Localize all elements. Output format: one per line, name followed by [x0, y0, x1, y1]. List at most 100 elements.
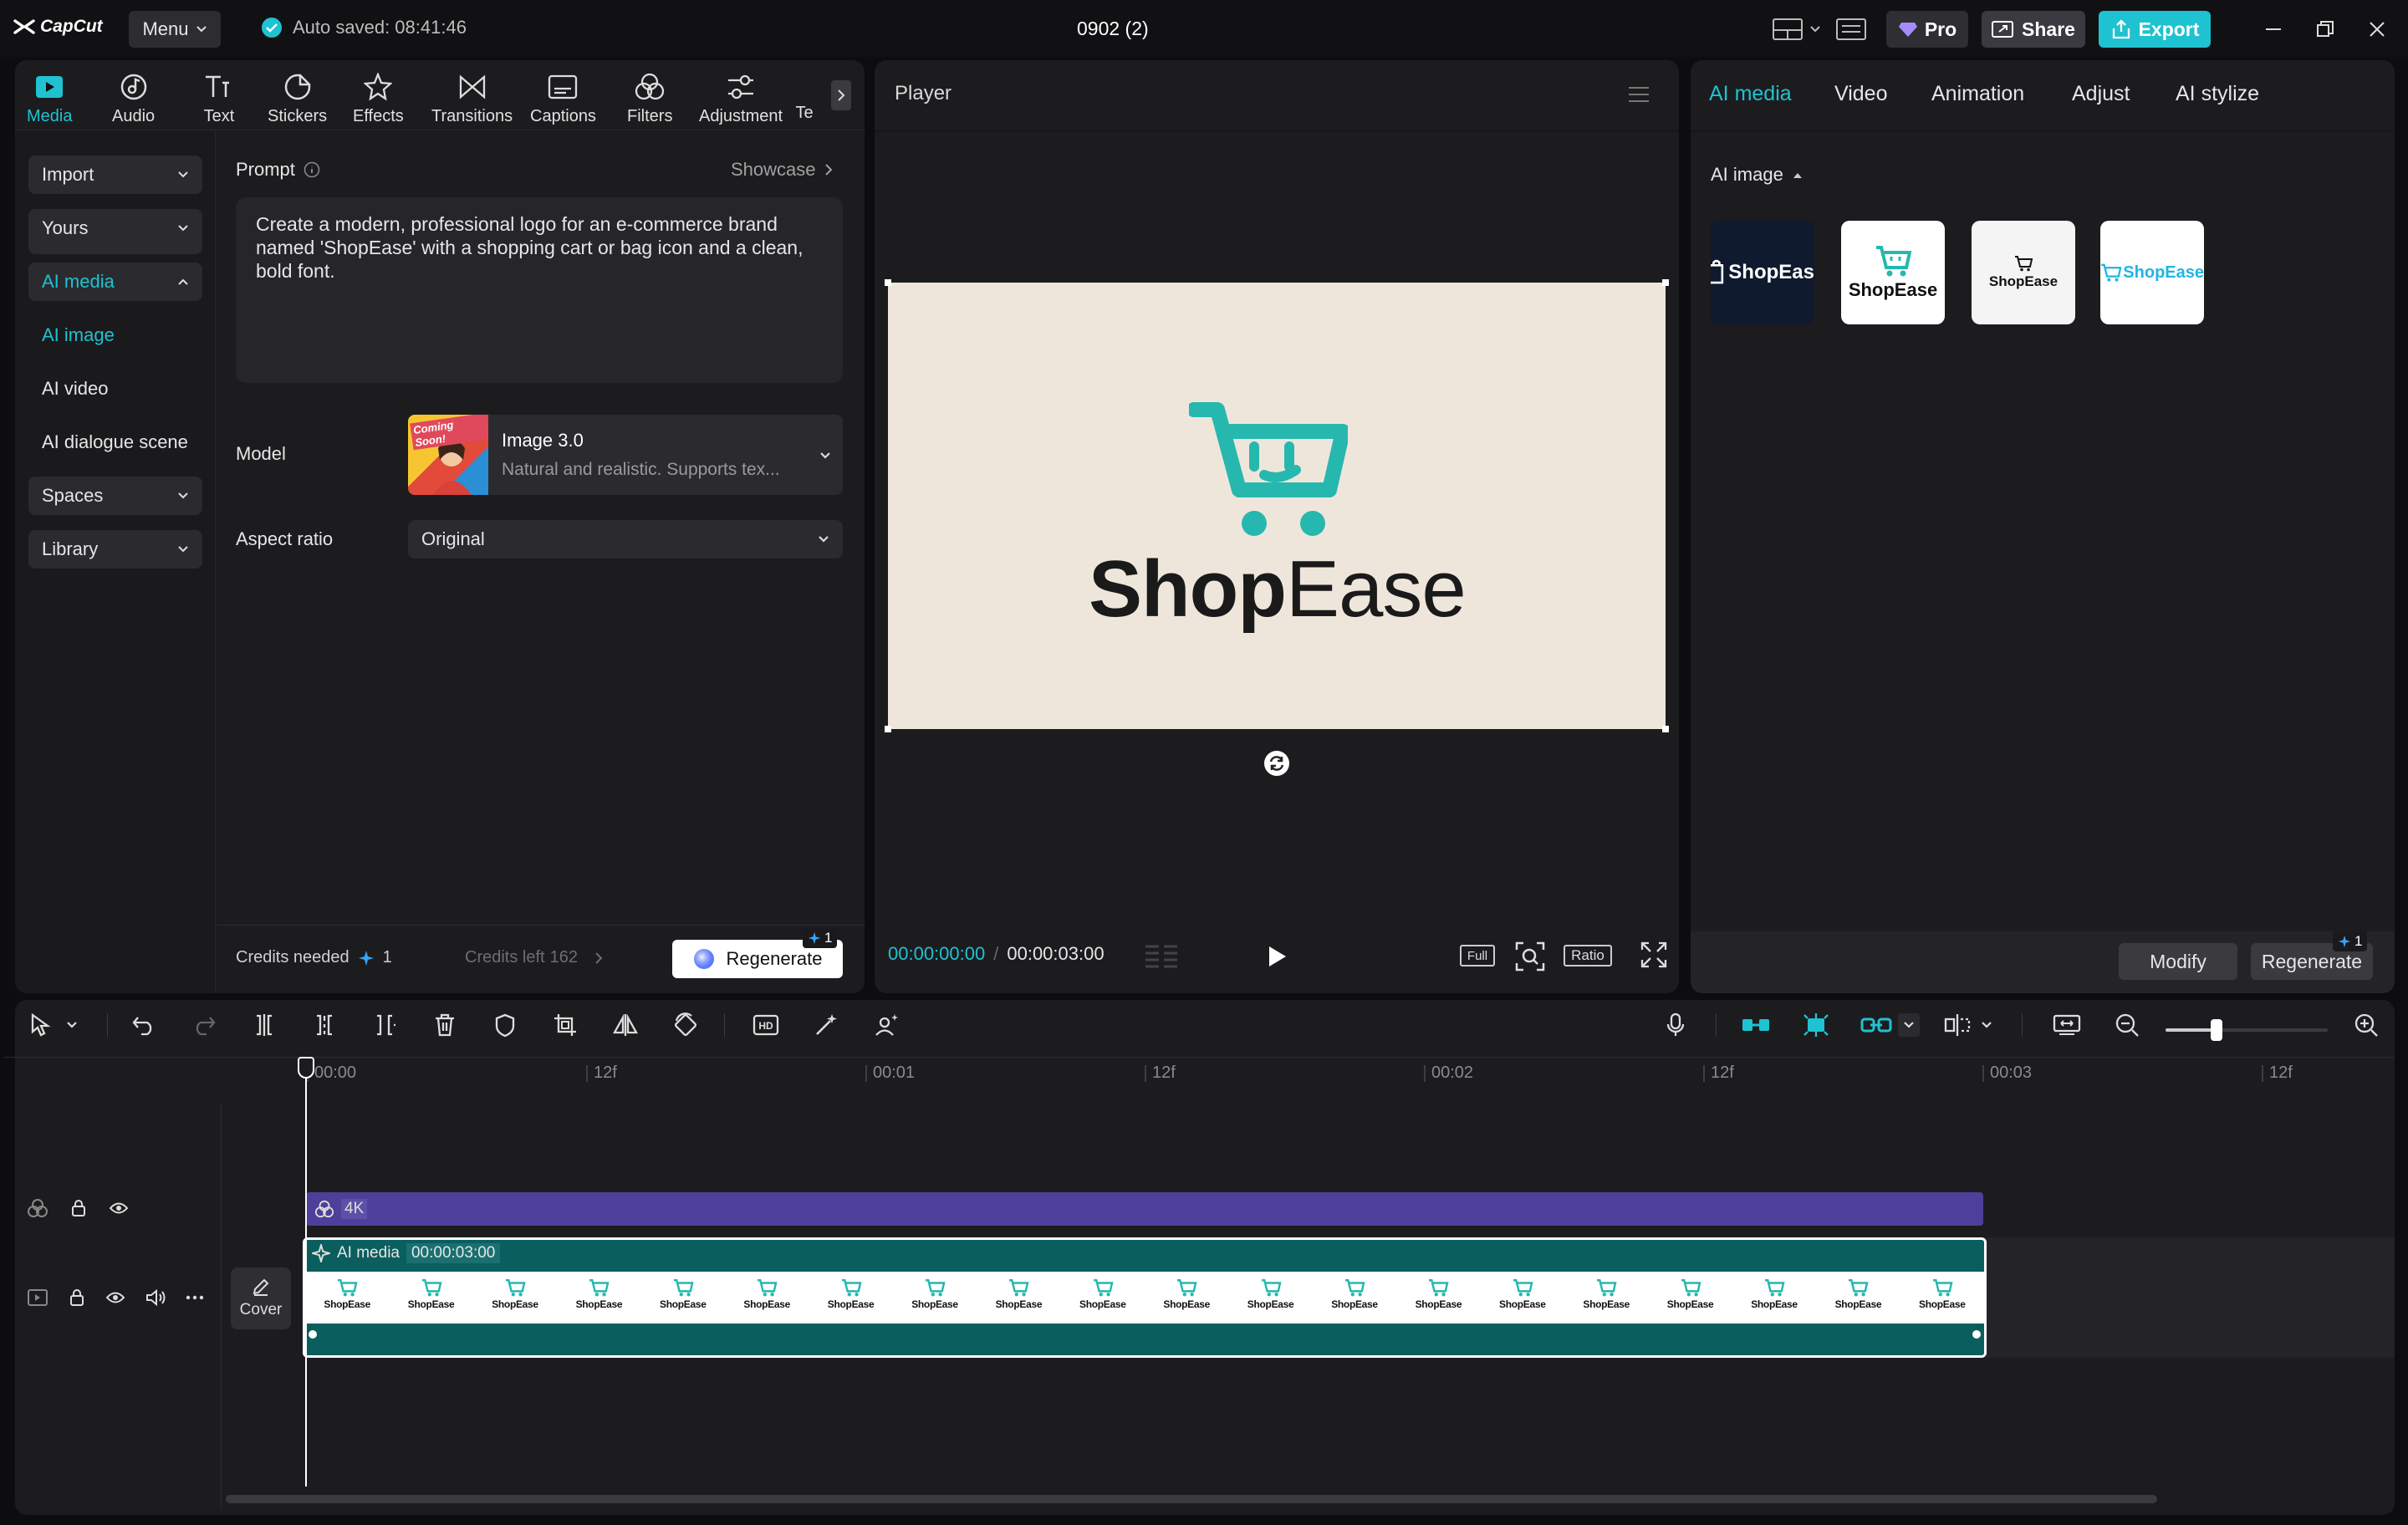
- preview-axis-menu[interactable]: [1978, 1008, 1995, 1042]
- record-voice-button[interactable]: [1659, 1008, 1692, 1042]
- tab-captions[interactable]: Captions: [530, 70, 596, 126]
- volume-icon[interactable]: [145, 1288, 166, 1307]
- layout-switcher[interactable]: [1773, 18, 1821, 40]
- tab-media[interactable]: Media: [27, 70, 72, 126]
- zoom-in-button[interactable]: [2349, 1008, 2383, 1042]
- canvas-handle[interactable]: [1662, 726, 1669, 732]
- select-tool[interactable]: [23, 1008, 57, 1042]
- media-clip[interactable]: AI media 00:00:03:00 ShopEase ShopEase Sho…: [303, 1237, 1987, 1358]
- sidebar-item-yours[interactable]: Yours: [28, 209, 202, 247]
- linkage-menu[interactable]: [1898, 1013, 1920, 1037]
- generated-image-2[interactable]: ShopEase: [1841, 221, 1945, 324]
- hd-button[interactable]: HD: [749, 1008, 783, 1042]
- playhead-handle[interactable]: [298, 1057, 314, 1079]
- menu-button[interactable]: Menu: [129, 11, 221, 48]
- modify-button[interactable]: Modify: [2119, 943, 2237, 980]
- fullscreen-icon[interactable]: [1640, 941, 1667, 968]
- timeline-mode-icon[interactable]: [1144, 941, 1179, 970]
- select-tool-menu[interactable]: [64, 1008, 80, 1042]
- zoom-slider-thumb[interactable]: [2211, 1019, 2222, 1041]
- model-select[interactable]: Coming Soon! Image 3.0 Natural and reali…: [408, 415, 843, 495]
- generated-image-4[interactable]: ShopEase: [2100, 221, 2204, 324]
- credits-left[interactable]: Credits left 162: [465, 948, 603, 967]
- lock-icon[interactable]: [69, 1288, 85, 1307]
- aspect-ratio-select[interactable]: Original: [408, 520, 843, 558]
- sidebar-item-ai-dialogue[interactable]: AI dialogue scene: [42, 431, 188, 453]
- info-icon[interactable]: [304, 161, 320, 178]
- cover-button[interactable]: Cover: [231, 1267, 291, 1329]
- minimize-icon[interactable]: [2264, 23, 2283, 35]
- clip-trim-handle-right[interactable]: [1972, 1330, 1981, 1339]
- linkage-toggle[interactable]: [1860, 1008, 1893, 1042]
- tab-transitions[interactable]: Transitions: [431, 70, 513, 126]
- prompt-textarea[interactable]: Create a modern, professional logo for a…: [236, 197, 843, 383]
- preview-axis-toggle[interactable]: [1941, 1008, 1975, 1042]
- share-button[interactable]: Share: [1982, 11, 2085, 48]
- eye-icon[interactable]: [109, 1201, 129, 1216]
- tab-text[interactable]: Text: [202, 70, 236, 126]
- sidebar-item-library[interactable]: Library: [28, 530, 202, 569]
- ai-avatar-button[interactable]: [870, 1008, 903, 1042]
- time-ruler[interactable]: [3, 1057, 2395, 1087]
- rotate-icon[interactable]: [1263, 749, 1291, 778]
- zoom-fit-icon[interactable]: [1515, 941, 1545, 972]
- hamburger-menu-icon[interactable]: [1627, 85, 1650, 104]
- canvas-handle[interactable]: [1662, 279, 1669, 286]
- crop-button[interactable]: [548, 1008, 582, 1042]
- ratio-button[interactable]: Ratio: [1564, 945, 1612, 967]
- mark-button[interactable]: [488, 1008, 522, 1042]
- showcase-link[interactable]: Showcase: [731, 159, 833, 181]
- mirror-button[interactable]: [609, 1008, 642, 1042]
- tabs-scroll-right-button[interactable]: [831, 80, 851, 110]
- shortcuts-icon[interactable]: [1836, 18, 1866, 40]
- zoom-slider[interactable]: [2166, 1019, 2328, 1041]
- delete-right-button[interactable]: [368, 1008, 401, 1042]
- more-icon[interactable]: [186, 1295, 204, 1300]
- delete-button[interactable]: [428, 1008, 462, 1042]
- export-button[interactable]: Export: [2099, 11, 2211, 48]
- generated-image-3[interactable]: ShopEase: [1972, 221, 2075, 324]
- close-icon[interactable]: [2368, 20, 2386, 38]
- restore-icon[interactable]: [2316, 20, 2334, 38]
- timeline-scrollbar[interactable]: [226, 1495, 2157, 1503]
- sidebar-item-ai-image[interactable]: AI image: [42, 324, 115, 346]
- tab-effects[interactable]: Effects: [353, 70, 404, 126]
- zoom-to-fit-button[interactable]: [2050, 1008, 2084, 1042]
- tab-audio[interactable]: Audio: [112, 70, 155, 126]
- tab-video[interactable]: Video: [1834, 82, 1888, 106]
- tab-stickers[interactable]: Stickers: [268, 70, 327, 126]
- lock-icon[interactable]: [70, 1199, 87, 1217]
- tab-adjustment[interactable]: Adjustment: [699, 70, 783, 126]
- preview-canvas[interactable]: ShopEase: [885, 279, 1669, 732]
- zoom-out-button[interactable]: [2110, 1008, 2144, 1042]
- main-track-magnet-toggle[interactable]: [1739, 1008, 1773, 1042]
- pro-button[interactable]: Pro: [1886, 11, 1968, 48]
- split-button[interactable]: [247, 1008, 281, 1042]
- canvas-handle[interactable]: [885, 726, 891, 732]
- rotate-button[interactable]: [669, 1008, 702, 1042]
- playhead[interactable]: [305, 1058, 307, 1487]
- canvas-handle[interactable]: [885, 279, 891, 286]
- auto-snap-toggle[interactable]: [1799, 1008, 1833, 1042]
- sidebar-item-ai-video[interactable]: AI video: [42, 378, 109, 400]
- tab-ai-media[interactable]: AI media: [1709, 82, 1792, 106]
- tab-ai-stylize[interactable]: AI stylize: [2176, 82, 2259, 106]
- eye-icon[interactable]: [105, 1290, 125, 1305]
- magic-button[interactable]: [809, 1008, 843, 1042]
- ai-image-section-toggle[interactable]: AI image: [1711, 164, 1803, 186]
- play-icon[interactable]: [1266, 945, 1288, 968]
- effect-clip[interactable]: 4K: [306, 1192, 1983, 1226]
- undo-button[interactable]: [127, 1008, 161, 1042]
- delete-left-button[interactable]: [308, 1008, 341, 1042]
- tab-filters[interactable]: Filters: [627, 70, 672, 126]
- sidebar-item-import[interactable]: Import: [28, 156, 202, 194]
- generated-image-1[interactable]: ShopEas: [1711, 221, 1814, 324]
- clip-trim-handle-left[interactable]: [309, 1330, 317, 1339]
- tab-animation[interactable]: Animation: [1931, 82, 2024, 106]
- sidebar-item-ai-media[interactable]: AI media: [28, 263, 202, 301]
- sidebar-item-spaces[interactable]: Spaces: [28, 477, 202, 515]
- tab-adjust[interactable]: Adjust: [2072, 82, 2130, 106]
- ruler-label: 12f: [1152, 1063, 1176, 1082]
- redo-button[interactable]: [187, 1008, 221, 1042]
- full-quality-button[interactable]: Full: [1460, 945, 1495, 967]
